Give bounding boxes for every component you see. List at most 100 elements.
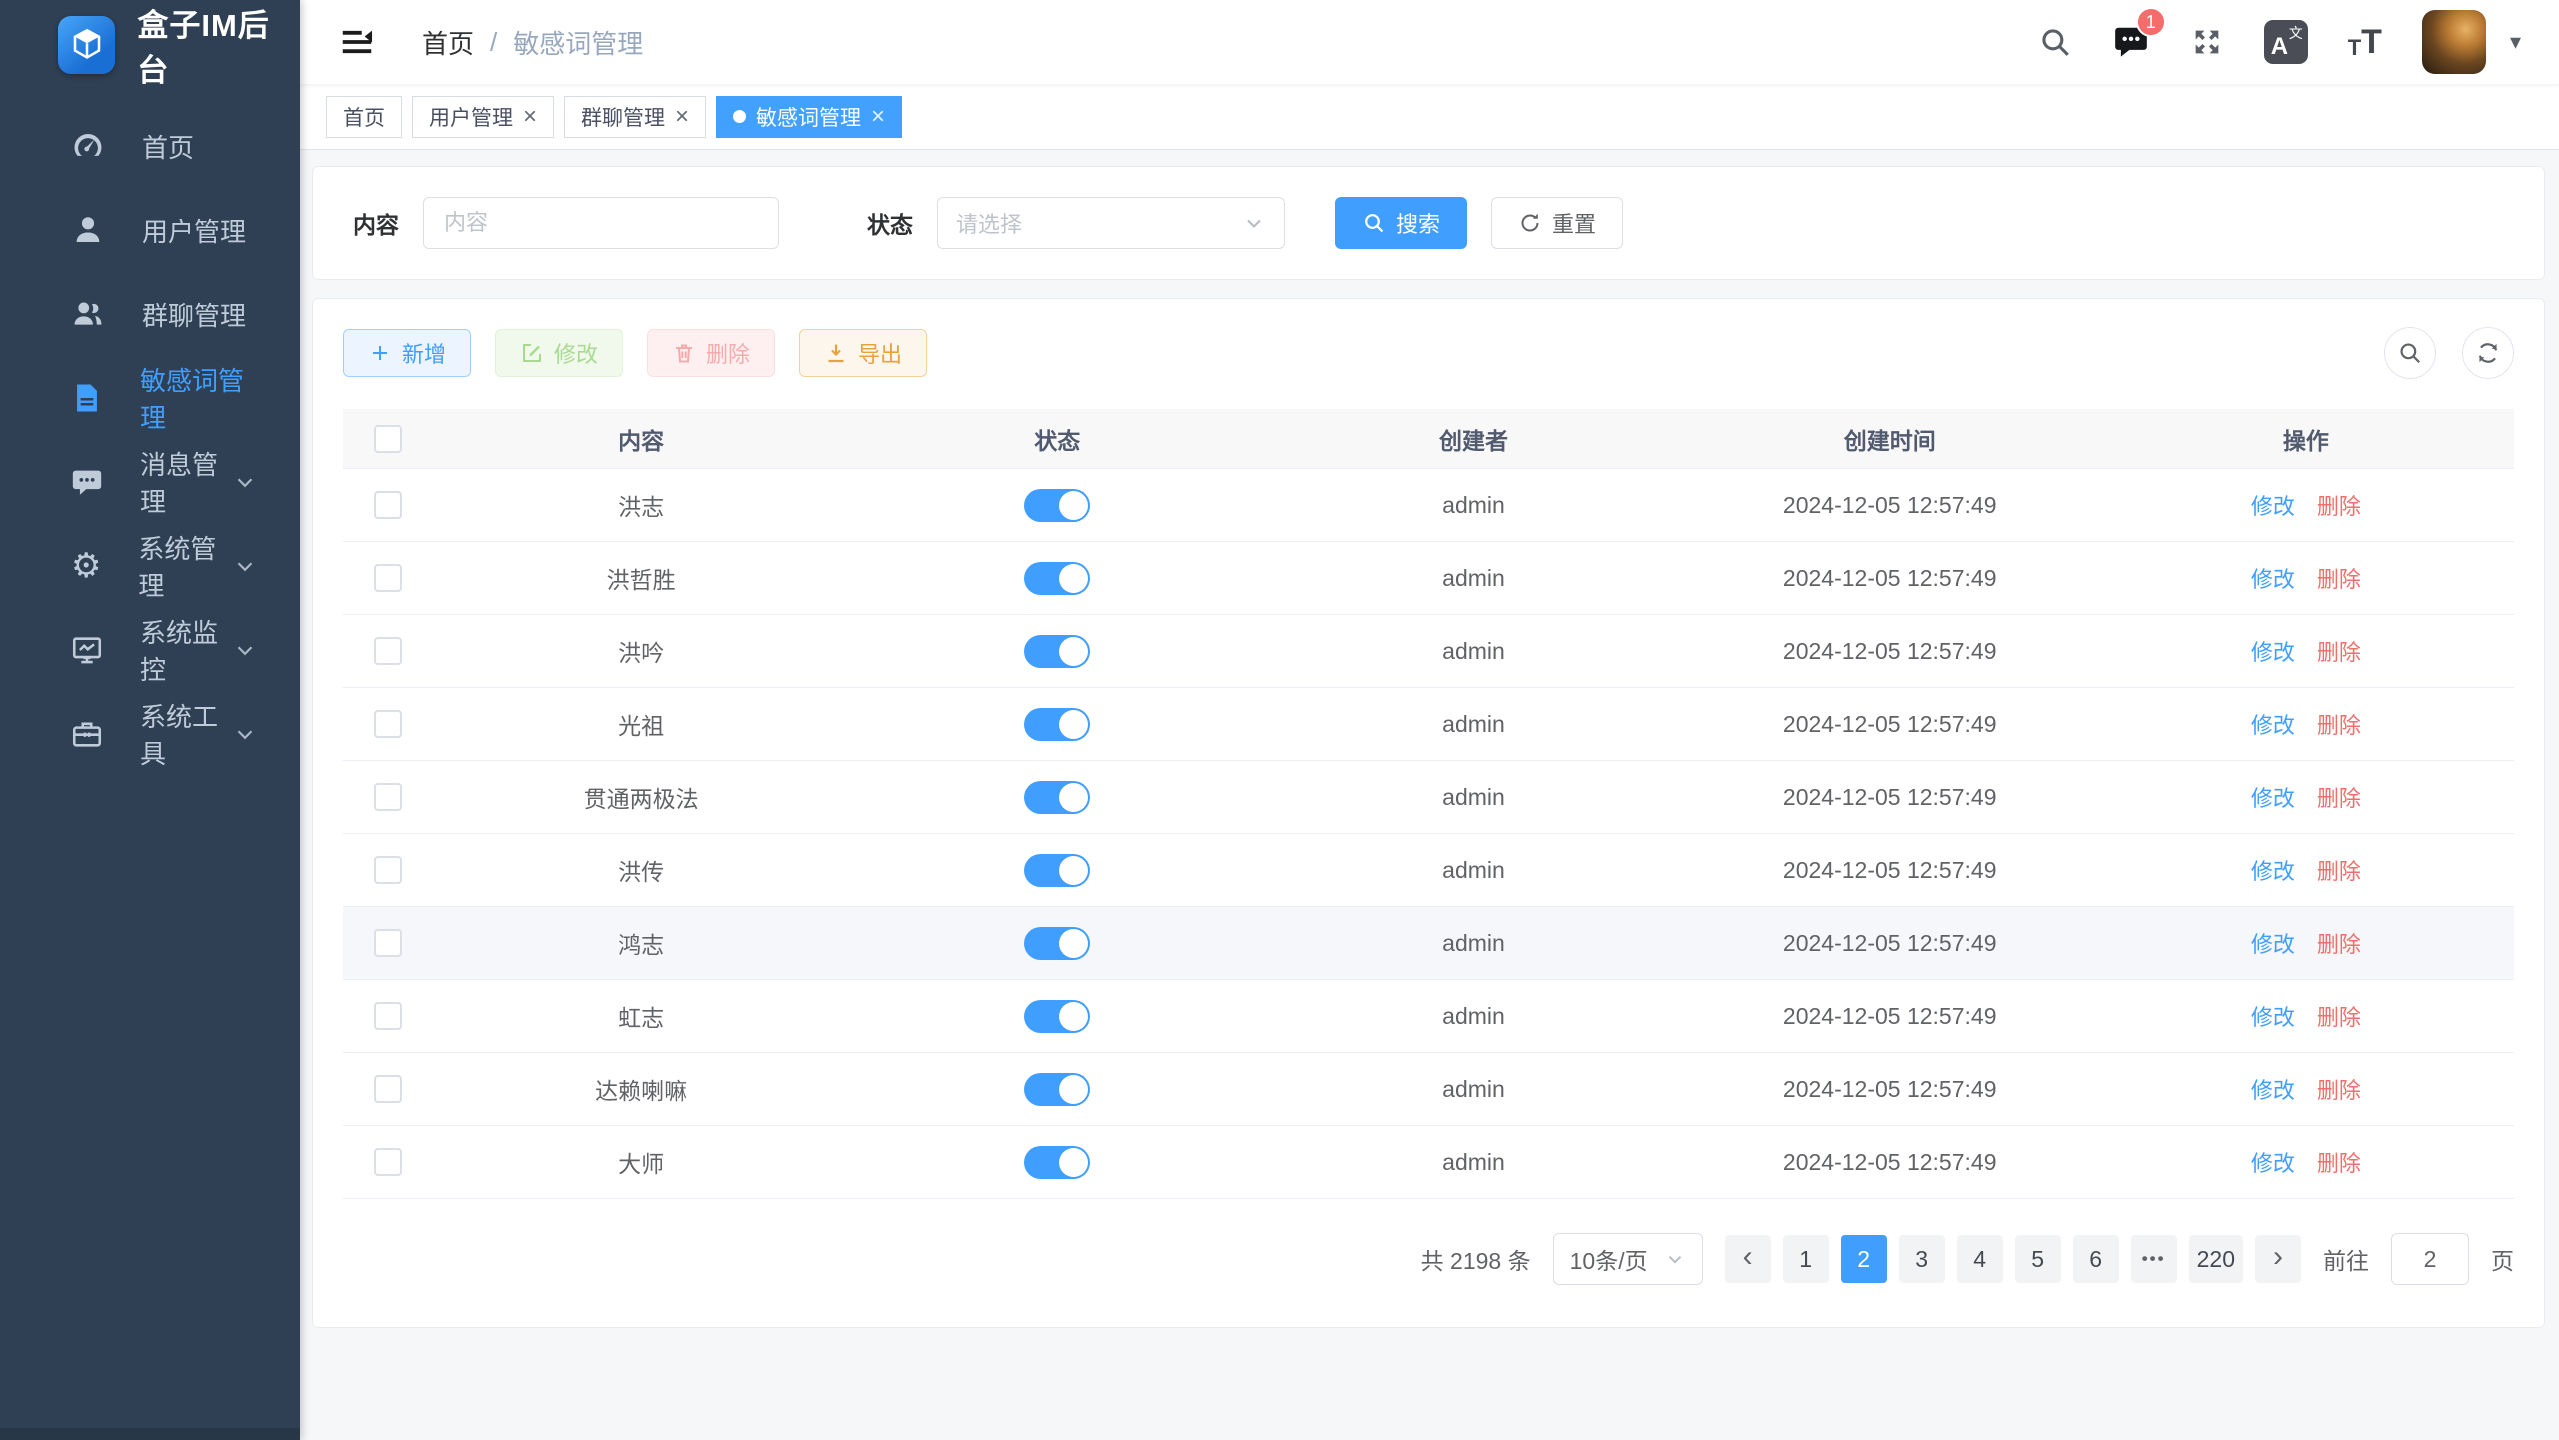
status-toggle[interactable] (1024, 781, 1090, 814)
toggle-knob (1059, 564, 1088, 593)
status-toggle[interactable] (1024, 489, 1090, 522)
page-button-3[interactable]: 3 (1899, 1235, 1945, 1283)
row-checkbox[interactable] (374, 1075, 402, 1103)
row-delete-link[interactable]: 删除 (2317, 1146, 2361, 1178)
edit-button[interactable]: 修改 (495, 329, 623, 377)
breadcrumb-home[interactable]: 首页 (422, 24, 474, 61)
row-edit-link[interactable]: 修改 (2251, 635, 2295, 667)
close-icon[interactable]: × (871, 105, 885, 129)
row-delete-link[interactable]: 删除 (2317, 854, 2361, 886)
row-edit-link[interactable]: 修改 (2251, 1000, 2295, 1032)
user-menu-caret-icon[interactable]: ▾ (2510, 29, 2521, 55)
row-checkbox[interactable] (374, 783, 402, 811)
row-checkbox[interactable] (374, 929, 402, 957)
status-toggle[interactable] (1024, 1073, 1090, 1106)
row-delete-link[interactable]: 删除 (2317, 562, 2361, 594)
row-checkbox[interactable] (374, 1148, 402, 1176)
row-delete-link[interactable]: 删除 (2317, 635, 2361, 667)
show-search-icon[interactable] (2384, 327, 2436, 379)
status-toggle[interactable] (1024, 854, 1090, 887)
page-button-220[interactable]: 220 (2189, 1235, 2243, 1283)
page-button-4[interactable]: 4 (1957, 1235, 2003, 1283)
row-delete-link[interactable]: 删除 (2317, 708, 2361, 740)
refresh-icon[interactable] (2462, 327, 2514, 379)
collapse-sidebar-icon[interactable] (338, 23, 376, 61)
row-delete-link[interactable]: 删除 (2317, 1073, 2361, 1105)
message-icon[interactable]: 1 (2112, 23, 2150, 61)
row-delete-link[interactable]: 删除 (2317, 781, 2361, 813)
tab-群聊管理[interactable]: 群聊管理× (564, 96, 706, 138)
cell-created-at: 2024-12-05 12:57:49 (1682, 930, 2098, 957)
font-size-icon[interactable]: TT (2348, 25, 2382, 59)
page-button-5[interactable]: 5 (2015, 1235, 2061, 1283)
sidebar-item-groups[interactable]: 群聊管理 (0, 272, 300, 356)
tab-敏感词管理[interactable]: 敏感词管理× (716, 96, 902, 138)
toggle-knob (1059, 637, 1088, 666)
tab-home[interactable]: 首页 (326, 96, 402, 138)
row-checkbox[interactable] (374, 1002, 402, 1030)
close-icon[interactable]: × (523, 105, 537, 129)
content-input[interactable] (423, 197, 779, 249)
next-page-button[interactable]: › (2255, 1235, 2301, 1283)
row-edit-link[interactable]: 修改 (2251, 489, 2295, 521)
sidebar-item-tools[interactable]: 系统工具 (0, 692, 300, 776)
toggle-knob (1059, 710, 1088, 739)
status-toggle[interactable] (1024, 1000, 1090, 1033)
sidebar-item-monitor[interactable]: 系统监控 (0, 608, 300, 692)
row-checkbox[interactable] (374, 856, 402, 884)
page-size-select[interactable]: 10条/页 (1553, 1233, 1703, 1285)
page-button-6[interactable]: 6 (2073, 1235, 2119, 1283)
status-select[interactable]: 请选择 (937, 197, 1285, 249)
status-toggle[interactable] (1024, 635, 1090, 668)
reset-button[interactable]: 重置 (1491, 197, 1623, 249)
translate-icon[interactable]: A 文 (2264, 20, 2308, 64)
tab-用户管理[interactable]: 用户管理× (412, 96, 554, 138)
row-edit-link[interactable]: 修改 (2251, 708, 2295, 740)
table-header-row: 内容状态创建者创建时间操作 (343, 409, 2514, 469)
row-edit-link[interactable]: 修改 (2251, 1073, 2295, 1105)
status-toggle[interactable] (1024, 927, 1090, 960)
cell-content: 大师 (433, 1145, 849, 1179)
status-toggle[interactable] (1024, 562, 1090, 595)
page-button-1[interactable]: 1 (1783, 1235, 1829, 1283)
status-toggle[interactable] (1024, 1146, 1090, 1179)
sidebar-item-home[interactable]: 首页 (0, 104, 300, 188)
row-checkbox[interactable] (374, 491, 402, 519)
row-edit-link[interactable]: 修改 (2251, 927, 2295, 959)
cell-content: 贯通两极法 (433, 780, 849, 814)
row-checkbox[interactable] (374, 710, 402, 738)
close-icon[interactable]: × (675, 105, 689, 129)
goto-unit: 页 (2491, 1242, 2514, 1276)
monitor-icon (70, 632, 104, 668)
row-edit-link[interactable]: 修改 (2251, 854, 2295, 886)
goto-page-input[interactable] (2391, 1233, 2469, 1285)
sidebar-menu: 首页用户管理群聊管理敏感词管理消息管理⚙系统管理系统监控系统工具 (0, 104, 300, 1428)
page-button-2[interactable]: 2 (1841, 1235, 1887, 1283)
row-checkbox[interactable] (374, 564, 402, 592)
select-all-checkbox[interactable] (374, 425, 402, 453)
sidebar-item-messages[interactable]: 消息管理 (0, 440, 300, 524)
app-logo[interactable]: 盒子IM后台 (0, 0, 300, 90)
row-delete-link[interactable]: 删除 (2317, 1000, 2361, 1032)
row-checkbox[interactable] (374, 637, 402, 665)
row-delete-link[interactable]: 删除 (2317, 489, 2361, 521)
row-delete-link[interactable]: 删除 (2317, 927, 2361, 959)
status-toggle[interactable] (1024, 708, 1090, 741)
search-icon[interactable] (2038, 25, 2072, 59)
row-edit-link[interactable]: 修改 (2251, 781, 2295, 813)
toggle-knob (1059, 1002, 1088, 1031)
fullscreen-icon[interactable] (2190, 25, 2224, 59)
search-button[interactable]: 搜索 (1335, 197, 1467, 249)
row-edit-link[interactable]: 修改 (2251, 1146, 2295, 1178)
row-edit-link[interactable]: 修改 (2251, 562, 2295, 594)
status-field-label: 状态 (867, 206, 913, 240)
sidebar-item-system[interactable]: ⚙系统管理 (0, 524, 300, 608)
export-button[interactable]: 导出 (799, 329, 927, 377)
delete-button[interactable]: 删除 (647, 329, 775, 377)
prev-page-button[interactable]: ‹ (1725, 1235, 1771, 1283)
sidebar-item-users[interactable]: 用户管理 (0, 188, 300, 272)
add-button[interactable]: 新增 (343, 329, 471, 377)
more-pages-button[interactable]: ••• (2131, 1235, 2177, 1283)
sidebar-item-sensitive-words[interactable]: 敏感词管理 (0, 356, 300, 440)
avatar[interactable] (2422, 10, 2486, 74)
